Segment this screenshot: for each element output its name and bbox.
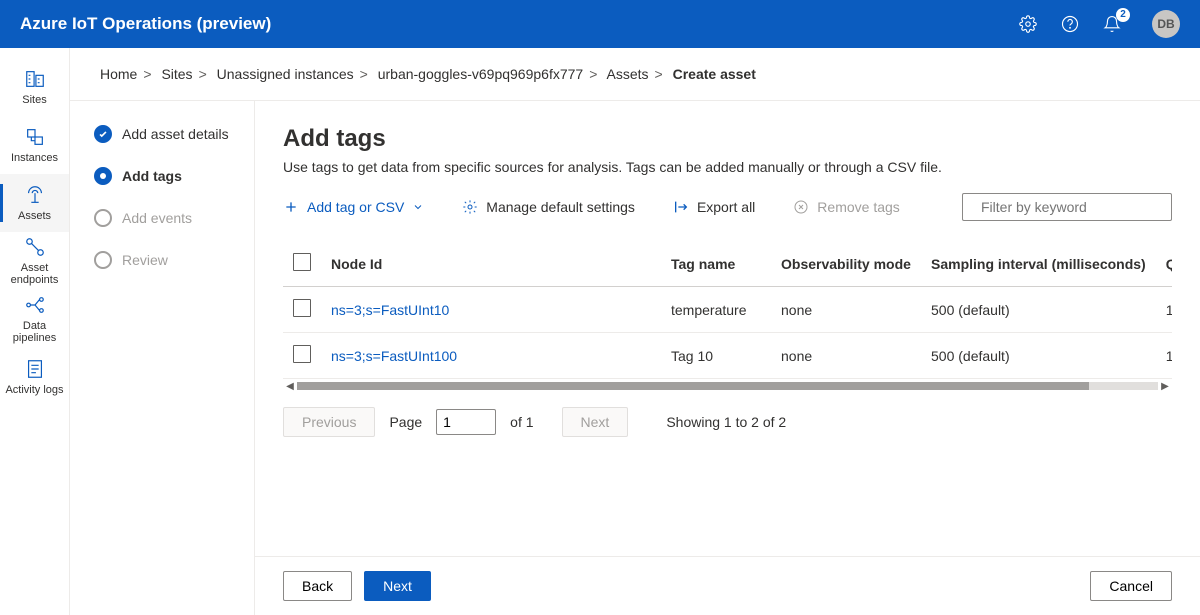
leftnav-sites[interactable]: Sites: [0, 58, 69, 116]
row-checkbox[interactable]: [293, 345, 311, 363]
remove-tags-button: Remove tags: [793, 199, 899, 215]
col-queue[interactable]: Qu: [1156, 241, 1172, 287]
wizard-steps: Add asset details Add tags Add events Re…: [70, 101, 255, 615]
dot-icon: [94, 167, 112, 185]
circle-icon: [94, 251, 112, 269]
col-tag-name[interactable]: Tag name: [661, 241, 771, 287]
breadcrumb: Home> Sites> Unassigned instances> urban…: [70, 48, 1200, 101]
page-title: Add tags: [283, 125, 1172, 153]
scroll-right-icon[interactable]: ▶: [1158, 381, 1172, 392]
col-node-id[interactable]: Node Id: [321, 241, 661, 287]
gear-icon[interactable]: [1018, 14, 1038, 34]
main-column: Home> Sites> Unassigned instances> urban…: [70, 48, 1200, 615]
page-subtitle: Use tags to get data from specific sourc…: [283, 159, 1172, 175]
avatar[interactable]: DB: [1152, 10, 1180, 38]
col-sampling[interactable]: Sampling interval (milliseconds): [921, 241, 1156, 287]
content: Add tags Use tags to get data from speci…: [255, 101, 1200, 615]
tags-table: Node Id Tag name Observability mode Samp…: [283, 241, 1172, 379]
export-icon: [673, 199, 689, 215]
buildings-icon: [24, 68, 46, 90]
notification-badge: 2: [1116, 8, 1130, 22]
export-all-button[interactable]: Export all: [673, 199, 755, 215]
content-row: Add asset details Add tags Add events Re…: [70, 101, 1200, 615]
topbar: Azure IoT Operations (preview) 2 DB: [0, 0, 1200, 48]
footer: Back Next Cancel: [255, 556, 1200, 615]
step-asset-details[interactable]: Add asset details: [94, 125, 254, 143]
col-observability[interactable]: Observability mode: [771, 241, 921, 287]
tags-table-wrapper: Node Id Tag name Observability mode Samp…: [283, 241, 1172, 379]
check-icon: [94, 125, 112, 143]
step-add-events[interactable]: Add events: [94, 209, 254, 227]
page-label: Page: [389, 414, 422, 430]
body: Sites Instances Assets Asset endpoints D…: [0, 48, 1200, 615]
node-id-link[interactable]: ns=3;s=FastUInt10: [331, 302, 449, 318]
leftnav-data-pipelines[interactable]: Data pipelines: [0, 290, 69, 348]
leftnav-instances[interactable]: Instances: [0, 116, 69, 174]
back-button[interactable]: Back: [283, 571, 352, 601]
table-row: ns=3;s=FastUInt100 Tag 10 none 500 (defa…: [283, 333, 1172, 379]
instances-icon: [24, 126, 46, 148]
bell-icon[interactable]: 2: [1102, 14, 1122, 34]
pipelines-icon: [24, 294, 46, 316]
help-icon[interactable]: [1060, 14, 1080, 34]
next-page-button: Next: [562, 407, 629, 437]
pager: Previous Page of 1 Next Showing 1 to 2 o…: [283, 407, 1172, 437]
leftnav-activity-logs[interactable]: Activity logs: [0, 348, 69, 406]
crumb-current: Create asset: [673, 66, 756, 82]
filter-input[interactable]: [981, 199, 1162, 215]
endpoints-icon: [24, 236, 46, 258]
crumb-home[interactable]: Home: [100, 66, 137, 82]
page-input[interactable]: [436, 409, 496, 435]
circle-icon: [94, 209, 112, 227]
next-button[interactable]: Next: [364, 571, 431, 601]
add-tag-button[interactable]: Add tag or CSV: [283, 199, 424, 215]
scroll-left-icon[interactable]: ◀: [283, 381, 297, 392]
table-row: ns=3;s=FastUInt10 temperature none 500 (…: [283, 287, 1172, 333]
toolbar: Add tag or CSV Manage default settings E…: [283, 193, 1172, 221]
node-id-link[interactable]: ns=3;s=FastUInt100: [331, 348, 457, 364]
step-add-tags[interactable]: Add tags: [94, 167, 254, 185]
filter-input-wrapper[interactable]: [962, 193, 1172, 221]
chevron-down-icon: [412, 201, 424, 213]
showing-label: Showing 1 to 2 of 2: [666, 414, 786, 430]
cancel-button[interactable]: Cancel: [1090, 571, 1172, 601]
crumb-unassigned[interactable]: Unassigned instances: [217, 66, 354, 82]
topbar-actions: 2 DB: [1018, 10, 1180, 38]
logs-icon: [24, 358, 46, 380]
remove-icon: [793, 199, 809, 215]
row-checkbox[interactable]: [293, 299, 311, 317]
crumb-instance[interactable]: urban-goggles-v69pq969p6fx777: [378, 66, 584, 82]
step-review[interactable]: Review: [94, 251, 254, 269]
leftnav: Sites Instances Assets Asset endpoints D…: [0, 48, 70, 615]
manage-defaults-button[interactable]: Manage default settings: [462, 199, 635, 215]
horizontal-scrollbar[interactable]: ◀ ▶: [283, 379, 1172, 393]
crumb-assets[interactable]: Assets: [607, 66, 649, 82]
scroll-thumb[interactable]: [297, 382, 1089, 390]
assets-icon: [24, 184, 46, 206]
leftnav-asset-endpoints[interactable]: Asset endpoints: [0, 232, 69, 290]
previous-page-button: Previous: [283, 407, 375, 437]
page-of: of 1: [510, 414, 533, 430]
leftnav-assets[interactable]: Assets: [0, 174, 69, 232]
gear-icon: [462, 199, 478, 215]
select-all-checkbox[interactable]: [293, 253, 311, 271]
app-title: Azure IoT Operations (preview): [20, 14, 1018, 34]
crumb-sites[interactable]: Sites: [161, 66, 192, 82]
